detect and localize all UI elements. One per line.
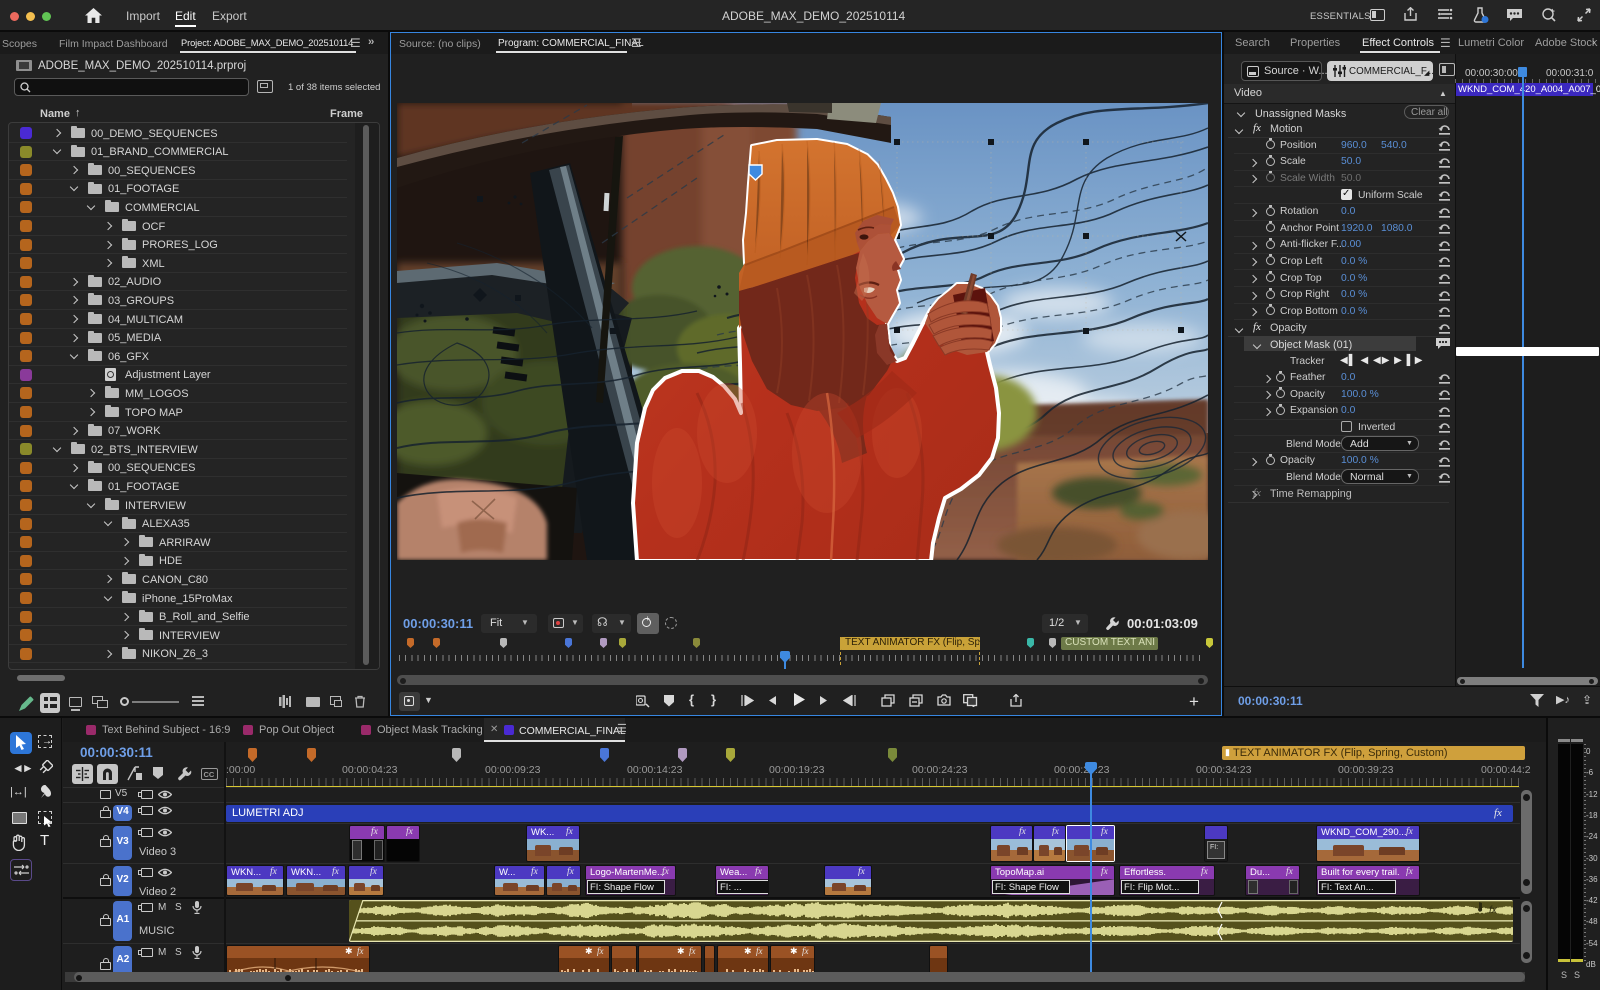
svg-text:fx: fx (1489, 905, 1498, 916)
